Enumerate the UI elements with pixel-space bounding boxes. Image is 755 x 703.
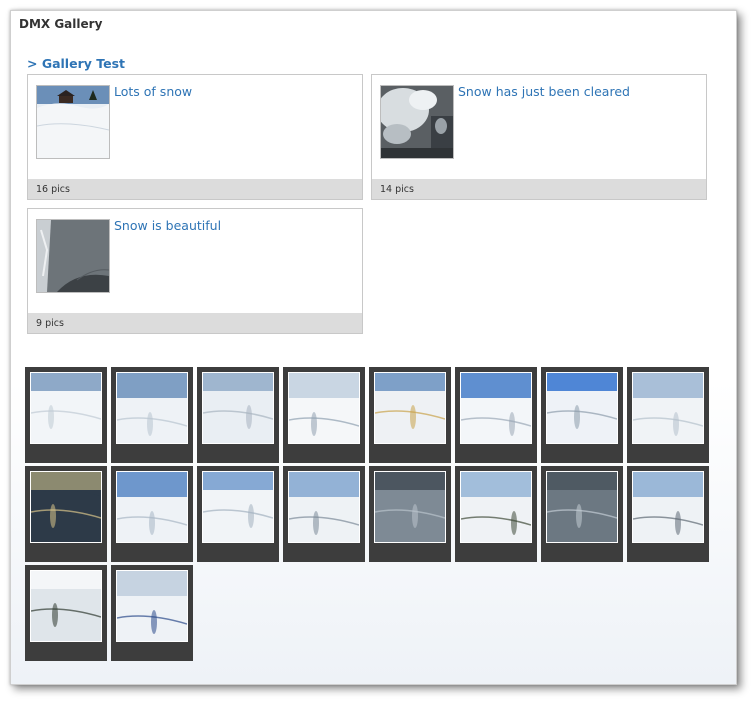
snowy-village-photo[interactable] <box>202 372 274 444</box>
photo-tile[interactable] <box>455 466 537 562</box>
skier-in-blue-photo[interactable] <box>116 570 188 642</box>
chalet-in-snow-photo[interactable] <box>374 372 446 444</box>
album-pic-count: 14 pics <box>380 184 414 195</box>
photo-tile[interactable] <box>627 367 709 463</box>
photo-tile[interactable] <box>283 367 365 463</box>
album-card-lots-of-snow[interactable]: Lots of snow 16 pics <box>27 74 363 200</box>
gallery-window: DMX Gallery > Gallery Test Lots of snow … <box>10 10 737 685</box>
sunset-over-valley-photo[interactable] <box>30 471 102 543</box>
album-footer: 16 pics <box>28 179 362 199</box>
album-pic-count: 16 pics <box>36 184 70 195</box>
forest-ridge-snow-photo[interactable] <box>30 570 102 642</box>
photo-tile[interactable] <box>25 565 107 661</box>
album-card-snow-beautiful[interactable]: Snow is beautiful 9 pics <box>27 208 363 334</box>
album-title[interactable]: Snow is beautiful <box>114 218 221 233</box>
album-footer: 14 pics <box>372 179 706 199</box>
photo-tile[interactable] <box>111 565 193 661</box>
photo-tile[interactable] <box>25 466 107 562</box>
child-walking-snow-photo[interactable] <box>116 372 188 444</box>
photo-tile[interactable] <box>283 466 365 562</box>
photo-tile[interactable] <box>197 466 279 562</box>
album-title[interactable]: Snow has just been cleared <box>458 84 630 99</box>
photo-tile[interactable] <box>369 367 451 463</box>
snow-slope-skier-photo[interactable] <box>546 471 618 543</box>
photo-tile[interactable] <box>541 466 623 562</box>
snow-hill-house-thumbnail[interactable] <box>36 85 110 159</box>
photo-tile[interactable] <box>627 466 709 562</box>
album-title[interactable]: Lots of snow <box>114 84 192 99</box>
gallery-title-link[interactable]: > Gallery Test <box>27 56 125 71</box>
album-footer: 9 pics <box>28 313 362 333</box>
snow-plain-shadow-photo[interactable] <box>202 471 274 543</box>
photo-tile[interactable] <box>197 367 279 463</box>
shadow-on-snow-photo[interactable] <box>460 372 532 444</box>
shadow-blue-sky-photo[interactable] <box>546 372 618 444</box>
photo-tile[interactable] <box>541 367 623 463</box>
photo-tile[interactable] <box>455 367 537 463</box>
album-card-snow-cleared[interactable]: Snow has just been cleared 14 pics <box>371 74 707 200</box>
snow-clearing-thumbnail[interactable] <box>380 85 454 159</box>
snowy-slope-trees-photo[interactable] <box>288 372 360 444</box>
photo-tile[interactable] <box>369 466 451 562</box>
snow-mountain-ridge-photo[interactable] <box>460 471 532 543</box>
photo-tile[interactable] <box>111 466 193 562</box>
photo-tile[interactable] <box>25 367 107 463</box>
ski-slope-shadows-photo[interactable] <box>116 471 188 543</box>
ski-tracks-closeup-photo[interactable] <box>374 471 446 543</box>
album-pic-count: 9 pics <box>36 318 64 329</box>
child-in-snow-photo[interactable] <box>30 372 102 444</box>
snow-field-horizon-photo[interactable] <box>632 372 704 444</box>
snowy-slope-thumbnail[interactable] <box>36 219 110 293</box>
photo-tile[interactable] <box>111 367 193 463</box>
snow-meadow-trees-photo[interactable] <box>632 471 704 543</box>
app-title: DMX Gallery <box>19 17 103 31</box>
snowy-hill-treeline-photo[interactable] <box>288 471 360 543</box>
